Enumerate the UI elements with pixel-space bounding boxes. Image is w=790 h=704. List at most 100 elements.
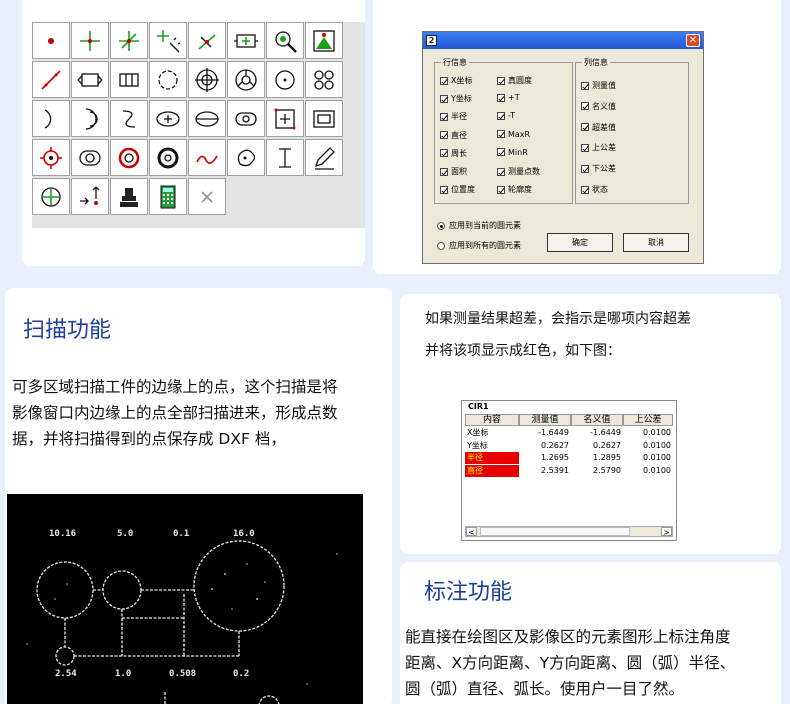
tool-button-probe[interactable] — [110, 178, 148, 215]
checkbox-option[interactable]: 半径 — [440, 111, 467, 122]
checkbox-option[interactable]: 轮廓度 — [497, 184, 532, 195]
target-circle-icon — [195, 67, 219, 92]
double-line-box-icon — [119, 72, 139, 87]
tool-button-pencil[interactable] — [305, 139, 343, 176]
checkbox-label: 测量点数 — [508, 167, 540, 176]
tool-button-rect-cross[interactable] — [266, 100, 304, 137]
tool-button-rect-slot[interactable] — [305, 100, 343, 137]
tool-button-line[interactable] — [32, 61, 70, 98]
cancel-button[interactable]: 取消 — [623, 233, 689, 252]
tool-button-t-shape[interactable] — [266, 139, 304, 176]
tool-button-point[interactable] — [32, 22, 70, 59]
cross-point-icon — [80, 30, 100, 51]
checkbox-option[interactable]: 面积 — [440, 166, 467, 177]
radio-apply-current[interactable]: 应用到当前的圆元素 — [437, 220, 521, 231]
checkbox-box — [581, 164, 589, 173]
red-ring-icon — [118, 147, 140, 168]
tool-button-ring-box[interactable] — [71, 139, 109, 176]
checkbox-option[interactable]: 测量点数 — [497, 166, 540, 177]
tool-button-four-circles[interactable] — [305, 61, 343, 98]
checkbox-option[interactable]: 测量值 — [581, 80, 616, 91]
checkbox-box — [440, 94, 448, 103]
checkbox-option[interactable]: 真圆度 — [497, 75, 532, 86]
checkbox-option[interactable]: 位置度 — [440, 184, 475, 195]
tool-button-double-line-box[interactable] — [110, 61, 148, 98]
checkbox-option[interactable]: 直径 — [440, 130, 467, 141]
tool-button-magnify[interactable] — [266, 22, 304, 59]
checkbox-option[interactable]: MinR — [497, 148, 528, 157]
tool-button-arc[interactable] — [32, 100, 70, 137]
close-icon[interactable]: ✕ — [686, 34, 700, 47]
tool-button-ellipse[interactable] — [149, 100, 187, 137]
blob-icon — [237, 149, 256, 166]
tool-button-circle[interactable] — [149, 61, 187, 98]
checkbox-label: 轮廓度 — [508, 185, 532, 195]
radio-apply-all[interactable]: 应用到所有的圆元素 — [437, 240, 521, 251]
checkbox-box — [440, 76, 448, 85]
calculator-icon — [160, 185, 176, 208]
tool-button-cross-point[interactable] — [71, 22, 109, 59]
tool-button-edge-point[interactable] — [188, 22, 226, 59]
tool-button-delete[interactable] — [188, 178, 226, 215]
checkbox-box — [497, 167, 505, 176]
scroll-thumb[interactable] — [480, 527, 630, 536]
tool-button-s-curve[interactable] — [110, 100, 148, 137]
horizontal-scrollbar[interactable]: < > — [465, 526, 673, 537]
checkbox-option[interactable]: Y坐标 — [440, 93, 472, 104]
checkbox-option[interactable]: +T — [497, 93, 520, 102]
scroll-left-icon[interactable]: < — [466, 527, 477, 537]
box-measure-icon — [234, 33, 258, 48]
checkbox-box — [497, 93, 505, 102]
checkbox-option[interactable]: MaxR — [497, 130, 530, 139]
tool-button-ellipse-cross[interactable] — [188, 100, 226, 137]
checkbox-option[interactable]: 名义值 — [581, 101, 616, 112]
tool-button-line-box[interactable] — [71, 61, 109, 98]
header-cell[interactable]: 测量值 — [519, 414, 571, 426]
table-row[interactable]: 半径 1.2695 1.2895 0.0100 — [465, 452, 673, 464]
tool-button-red-ring[interactable] — [110, 139, 148, 176]
table-row[interactable]: 直径 2.5391 2.5790 0.0100 — [465, 464, 673, 477]
header-cell[interactable]: 内容 — [465, 414, 519, 426]
result-table-header: 内容 测量值 名义值 上公差 — [465, 414, 673, 426]
scroll-right-icon[interactable]: > — [661, 527, 672, 537]
tool-button-gear-circle[interactable] — [32, 139, 70, 176]
tool-button-blob[interactable] — [227, 139, 265, 176]
tool-button-star-point[interactable] — [110, 22, 148, 59]
tool-button-cross-wand[interactable] — [149, 22, 187, 59]
header-cell[interactable]: 上公差 — [623, 414, 673, 426]
tool-button-circle-target[interactable] — [32, 178, 70, 215]
tool-button-arrow-point[interactable] — [71, 178, 109, 215]
checkbox-label: Y坐标 — [451, 94, 472, 104]
col-info-label: 列信息 — [582, 57, 610, 68]
annotation-feature-card: 标注功能 能直接在绘图区及影像区的元素图形上标注角度 距离、X方向距离、Y方向距… — [400, 562, 781, 704]
tool-button-calculator[interactable] — [149, 178, 187, 215]
checkbox-box — [497, 111, 505, 120]
checkbox-option[interactable]: 下公差 — [581, 163, 616, 174]
checkbox-option[interactable]: 上公差 — [581, 142, 616, 153]
checkbox-option[interactable]: 状态 — [581, 184, 608, 195]
tool-button-target-circle[interactable] — [188, 61, 226, 98]
checkbox-option[interactable]: X坐标 — [440, 75, 472, 86]
curve-icon — [196, 155, 218, 164]
tool-button-ring[interactable] — [149, 139, 187, 176]
tool-button-peak[interactable] — [305, 22, 343, 59]
dialog-system-icon[interactable]: 2 — [426, 35, 437, 46]
checkbox-option[interactable]: 周长 — [440, 148, 467, 159]
scan-label: 0.508 — [169, 669, 196, 679]
checkbox-label: 超差值 — [592, 122, 616, 132]
tool-button-three-arc[interactable] — [227, 61, 265, 98]
checkbox-box — [497, 148, 505, 157]
tool-button-double-arc[interactable] — [71, 100, 109, 137]
row-name: Y坐标 — [467, 440, 488, 450]
checkbox-option[interactable]: 超差值 — [581, 122, 616, 133]
table-row[interactable]: Y坐标 0.2627 0.2627 0.0100 — [465, 440, 673, 452]
tool-button-box-measure[interactable] — [227, 22, 265, 59]
table-row[interactable]: X坐标 -1.6449 -1.6449 0.0100 — [465, 427, 673, 439]
tool-button-slot[interactable] — [227, 100, 265, 137]
ok-button[interactable]: 确定 — [547, 233, 613, 252]
scan-label: 2.54 — [55, 669, 77, 679]
checkbox-option[interactable]: -T — [497, 111, 515, 120]
tool-button-curve[interactable] — [188, 139, 226, 176]
tool-button-center-circle[interactable] — [266, 61, 304, 98]
header-cell[interactable]: 名义值 — [571, 414, 623, 426]
